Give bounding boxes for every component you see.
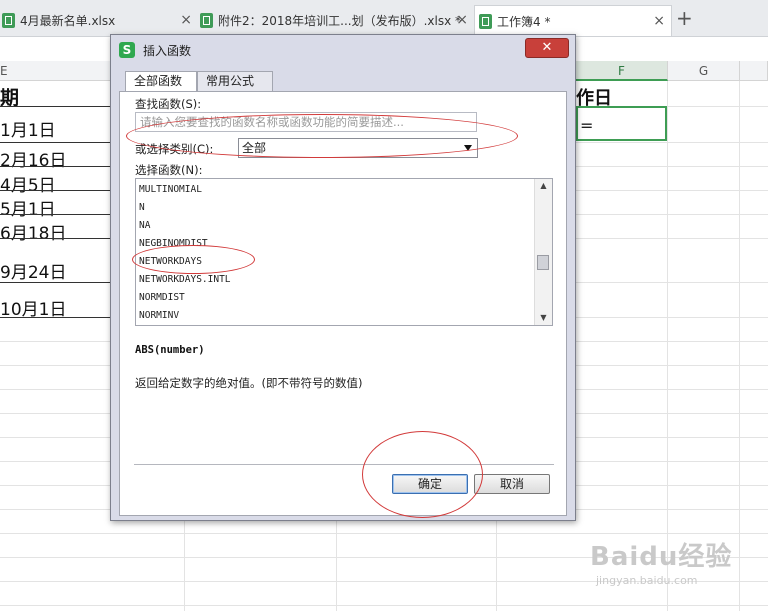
annotation-ellipse-search xyxy=(126,114,518,158)
cell-border xyxy=(0,282,112,283)
annotation-ellipse-networkdays xyxy=(132,245,255,274)
scroll-up-arrow-icon[interactable]: ▲ xyxy=(535,179,552,193)
selected-cell-f2[interactable]: = xyxy=(576,106,667,141)
function-item[interactable]: MULTINOMIAL xyxy=(139,181,231,199)
watermark-logo-text: Baidu经验 xyxy=(590,542,733,572)
tab-training-plan-file[interactable]: 附件2：2018年培训工...划（发布版）.xlsx * × xyxy=(200,5,472,35)
cell-border xyxy=(0,214,112,215)
close-tab-icon[interactable]: × xyxy=(180,12,192,28)
date-cell[interactable]: 1月1日 xyxy=(0,116,56,141)
spreadsheet-file-icon xyxy=(200,12,213,28)
tab-label: 附件2：2018年培训工...划（发布版）.xlsx * xyxy=(218,13,462,28)
cell-border xyxy=(0,238,112,239)
tab-label: 工作簿4 * xyxy=(497,14,551,29)
function-list-scrollbar[interactable]: ▲ ▼ xyxy=(534,179,552,325)
date-cell[interactable]: 9月24日 xyxy=(0,258,66,283)
cancel-button[interactable]: 取消 xyxy=(474,474,550,494)
function-item[interactable]: NORMDIST xyxy=(139,289,231,307)
baidu-watermark: Baidu经验 jingyan.baidu.com xyxy=(590,528,760,598)
wps-logo-icon: S xyxy=(119,42,135,58)
dialog-title: 插入函数 xyxy=(143,43,192,58)
tab-all-functions[interactable]: 全部函数 xyxy=(125,71,197,92)
function-item[interactable]: NA xyxy=(139,217,231,235)
cell-border xyxy=(0,106,112,107)
column-header-f[interactable]: F xyxy=(576,61,668,81)
tab-workbook4[interactable]: 工作簿4 * × xyxy=(474,5,672,36)
cell-border xyxy=(0,166,112,167)
document-tab-bar: 4月最新名单.xlsx × 附件2：2018年培训工...划（发布版）.xlsx… xyxy=(0,0,768,37)
dialog-close-button[interactable]: ✕ xyxy=(525,38,569,58)
scroll-down-arrow-icon[interactable]: ▼ xyxy=(535,311,552,325)
cell-border xyxy=(0,142,112,143)
function-signature: ABS(number) xyxy=(135,344,205,356)
date-cell[interactable]: 6月18日 xyxy=(0,219,66,244)
tab-common-formulas[interactable]: 常用公式 xyxy=(197,71,273,91)
close-tab-icon[interactable]: × xyxy=(653,13,665,29)
cell-border xyxy=(0,190,112,191)
function-item[interactable]: N xyxy=(139,199,231,217)
date-cell[interactable]: 4月5日 xyxy=(0,171,56,196)
cell-border xyxy=(0,317,112,318)
tab-name-list-file[interactable]: 4月最新名单.xlsx × xyxy=(2,5,198,35)
cell-formula-value: = xyxy=(580,116,594,135)
grid-line xyxy=(0,605,768,606)
annotation-ellipse-ok xyxy=(362,431,483,518)
function-list-label: 选择函数(N): xyxy=(135,163,203,177)
new-tab-plus-icon[interactable]: + xyxy=(676,6,693,30)
tab-label: 4月最新名单.xlsx xyxy=(20,13,116,28)
dialog-title-bar[interactable]: S 插入函数 xyxy=(119,41,191,59)
watermark-url: jingyan.baidu.com xyxy=(596,574,698,587)
spreadsheet-file-icon xyxy=(479,13,492,29)
column-header-e[interactable]: E xyxy=(0,61,112,81)
function-description: 返回给定数字的绝对值。(即不带符号的数值) xyxy=(135,376,363,390)
function-item[interactable]: NORMINV xyxy=(139,307,231,325)
scrollbar-thumb[interactable] xyxy=(537,255,549,270)
date-cell[interactable]: 2月16日 xyxy=(0,146,66,171)
spreadsheet-file-icon xyxy=(2,12,15,28)
column-header-g[interactable]: G xyxy=(668,61,740,81)
column-header-h[interactable] xyxy=(740,61,768,81)
divider xyxy=(134,464,554,465)
date-cell[interactable]: 5月1日 xyxy=(0,195,56,220)
close-tab-icon[interactable]: × xyxy=(456,12,468,28)
search-label: 查找函数(S): xyxy=(135,97,202,111)
insert-function-dialog: S 插入函数 ✕ 全部函数 常用公式 查找函数(S): 请输入您要查找的函数名称… xyxy=(110,34,576,521)
